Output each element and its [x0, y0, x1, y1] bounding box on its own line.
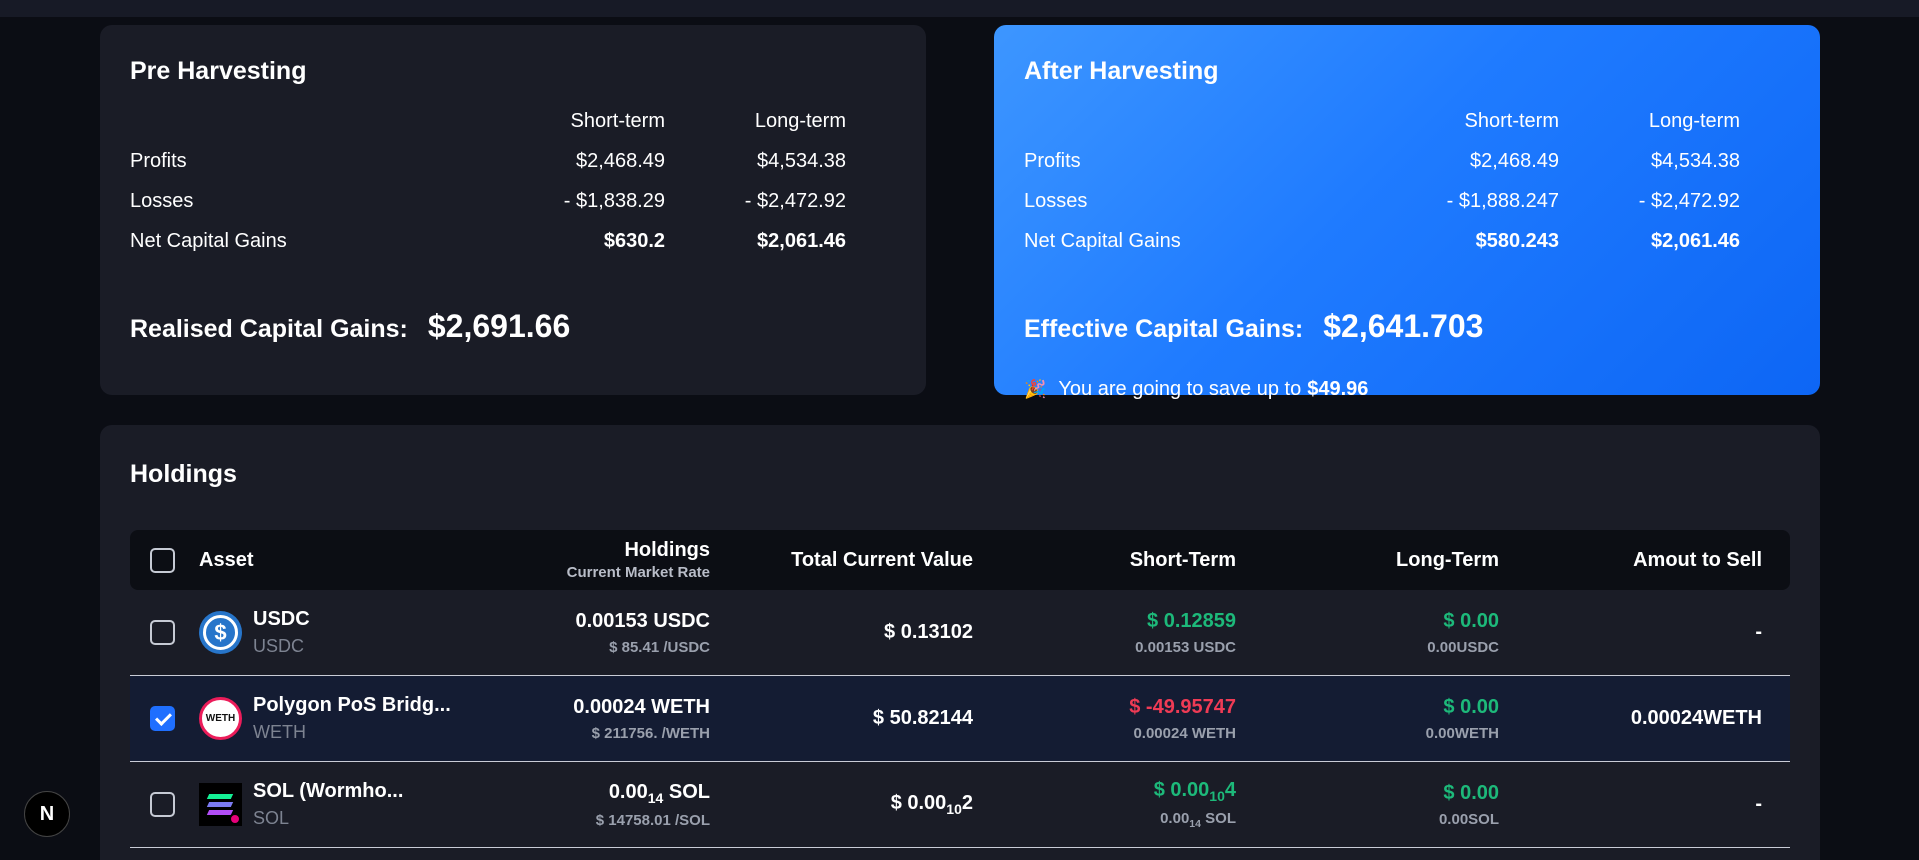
select-all-checkbox[interactable]	[150, 547, 175, 573]
row-label-profits: Profits	[1024, 149, 1081, 172]
losses-short: - $1,838.29	[563, 189, 665, 212]
profits-long: $4,534.38	[1651, 149, 1740, 172]
long-term-gain: $ 0.00	[1443, 695, 1499, 718]
pre-harvesting-card: Pre Harvesting Short-term Long-term Prof…	[100, 25, 926, 395]
savings-amount: $49.96	[1307, 378, 1369, 400]
effective-label: Effective Capital Gains:	[1024, 315, 1304, 343]
losses-long: - $2,472.92	[744, 189, 846, 212]
after-harvesting-card: After Harvesting Short-term Long-term Pr…	[994, 25, 1820, 400]
holding-amount: 0.0014 SOL	[608, 780, 710, 806]
party-popper-icon: 🎉	[1024, 379, 1047, 399]
sol-logo-icon	[199, 783, 242, 826]
asset-symbol: SOL	[253, 808, 290, 828]
table-row[interactable]: WETH Polygon PoS Bridg... WETH 0.00024 W…	[130, 676, 1790, 762]
profits-short: $2,468.49	[1470, 149, 1559, 172]
savings-message: 🎉 You are going to save up to $49.96	[1024, 378, 1368, 401]
table-row[interactable]: SOL (Wormho... SOL 0.0014 SOL $ 14758.01…	[130, 762, 1790, 848]
net-gains-short: $580.243	[1475, 229, 1559, 252]
long-term-gain: $ 0.00	[1443, 781, 1499, 804]
header-amount-to-sell[interactable]: Amout to Sell	[1499, 549, 1762, 572]
asset-symbol: WETH	[253, 722, 306, 742]
row-label-net-capital-gains: Net Capital Gains	[130, 229, 287, 252]
holdings-table: Asset Holdings Current Market Rate Total…	[130, 530, 1790, 848]
holdings-title: Holdings	[130, 460, 237, 488]
header-holdings-label: Holdings	[624, 539, 710, 561]
after-harvesting-table: Short-term Long-term Profits $2,468.49 $…	[1024, 101, 1740, 261]
header-long-term[interactable]: Long-Term	[1236, 549, 1499, 572]
short-term-gain: $ 0.12859	[1147, 609, 1236, 632]
table-header: Asset Holdings Current Market Rate Total…	[130, 530, 1790, 590]
top-bar	[0, 0, 1919, 17]
header-holdings[interactable]: Holdings Current Market Rate	[467, 539, 710, 581]
short-term-gain: $ 0.00104	[1153, 779, 1236, 804]
market-rate: $ 211756. /WETH	[591, 724, 710, 742]
column-header-short-term: Short-term	[570, 109, 665, 132]
net-gains-short: $630.2	[603, 229, 665, 252]
row-checkbox[interactable]	[150, 792, 175, 817]
realised-capital-gains: Realised Capital Gains: $2,691.66	[130, 308, 570, 345]
amount-to-sell: -	[1755, 793, 1762, 815]
header-total-current-value[interactable]: Total Current Value	[710, 549, 973, 572]
row-checkbox[interactable]	[150, 620, 175, 645]
total-current-value: $ 0.13102	[884, 621, 973, 643]
asset-name: SOL (Wormho...	[253, 780, 404, 802]
column-header-long-term: Long-term	[754, 109, 846, 132]
profits-short: $2,468.49	[576, 149, 665, 172]
net-gains-long: $2,061.46	[757, 229, 846, 252]
long-term-amount: 0.00SOL	[1438, 810, 1499, 828]
pre-harvesting-table: Short-term Long-term Profits $2,468.49 $…	[130, 101, 846, 261]
long-term-gain: $ 0.00	[1443, 609, 1499, 632]
row-label-net-capital-gains: Net Capital Gains	[1024, 229, 1181, 252]
market-rate: $ 85.41 /USDC	[609, 638, 710, 656]
long-term-amount: 0.00USDC	[1427, 638, 1499, 656]
asset-symbol: USDC	[253, 636, 305, 656]
card-title: After Harvesting	[1024, 57, 1219, 85]
losses-long: - $2,472.92	[1638, 189, 1740, 212]
net-gains-long: $2,061.46	[1651, 229, 1740, 252]
amount-to-sell: 0.00024WETH	[1630, 707, 1762, 729]
holding-amount: 0.00024 WETH	[573, 695, 710, 718]
row-label-profits: Profits	[130, 149, 187, 172]
header-asset[interactable]: Asset	[199, 549, 467, 572]
weth-logo-icon: WETH	[199, 697, 242, 740]
header-short-term[interactable]: Short-Term	[973, 549, 1236, 572]
market-rate: $ 14758.01 /SOL	[595, 811, 710, 829]
profits-long: $4,534.38	[757, 149, 846, 172]
short-term-amount: 0.00024 WETH	[1133, 724, 1236, 742]
dev-tools-badge[interactable]: N	[24, 791, 70, 837]
amount-to-sell: -	[1755, 621, 1762, 643]
effective-capital-gains: Effective Capital Gains: $2,641.703	[1024, 308, 1483, 345]
row-label-losses: Losses	[130, 189, 194, 212]
card-title: Pre Harvesting	[130, 57, 307, 85]
holding-amount: 0.00153 USDC	[575, 609, 710, 632]
realised-value: $2,691.66	[427, 308, 571, 344]
losses-short: - $1,888.247	[1446, 189, 1559, 212]
total-current-value: $ 0.00102	[890, 792, 973, 817]
usdc-logo-icon: $	[199, 611, 242, 654]
long-term-amount: 0.00WETH	[1425, 724, 1499, 742]
total-current-value: $ 50.82144	[872, 707, 973, 729]
header-holdings-sublabel: Current Market Rate	[566, 564, 710, 581]
asset-name: USDC	[253, 608, 310, 630]
savings-text: You are going to save up to	[1058, 378, 1302, 400]
short-term-amount: 0.0014 SOL	[1160, 810, 1236, 830]
short-term-amount: 0.00153 USDC	[1135, 638, 1236, 656]
short-term-gain: $ -49.95747	[1129, 695, 1236, 718]
column-header-long-term: Long-term	[1648, 109, 1740, 132]
table-row[interactable]: $ USDC USDC 0.00153 USDC $ 85.41 /USDC $…	[130, 590, 1790, 676]
row-checkbox[interactable]	[150, 706, 175, 731]
asset-name: Polygon PoS Bridg...	[253, 694, 451, 716]
effective-value: $2,641.703	[1323, 308, 1484, 344]
realised-label: Realised Capital Gains:	[130, 315, 408, 343]
holdings-panel: Holdings Asset Holdings Current Market R…	[100, 425, 1820, 860]
column-header-short-term: Short-term	[1464, 109, 1559, 132]
row-label-losses: Losses	[1024, 189, 1088, 212]
